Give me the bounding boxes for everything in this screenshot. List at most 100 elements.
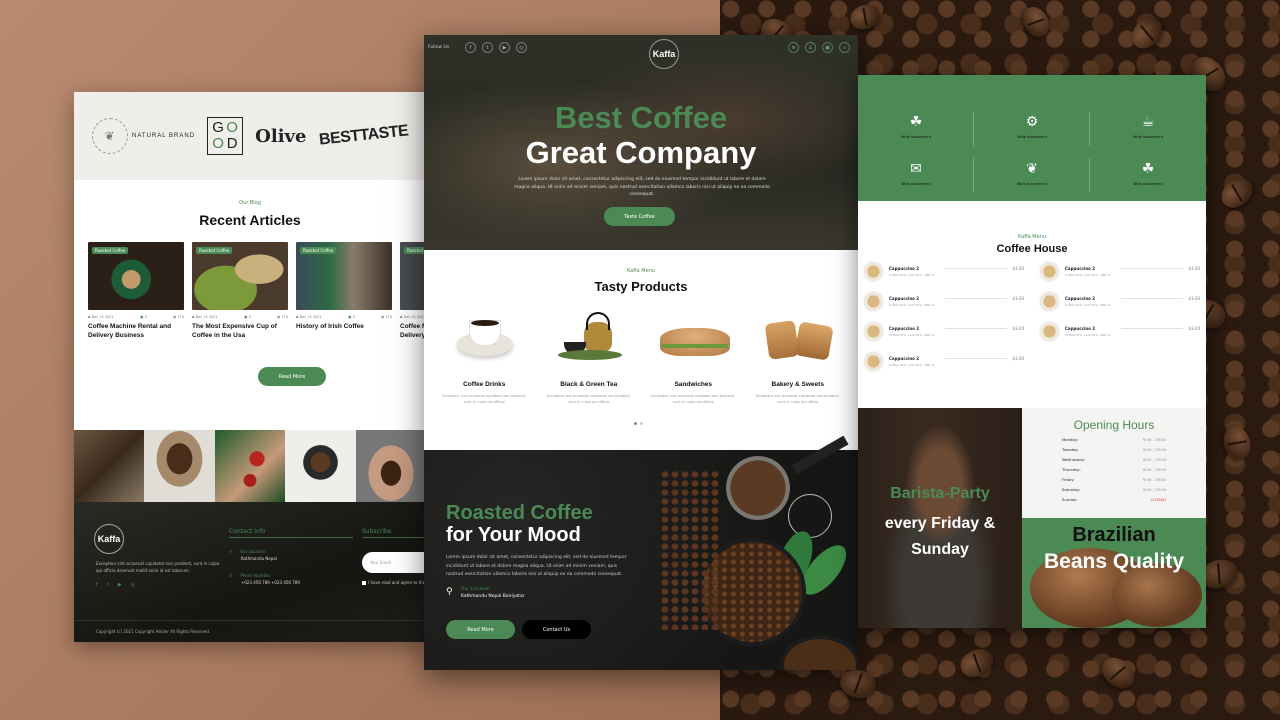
feature-label: Wide Assortment — [1133, 135, 1163, 139]
menu-item[interactable]: Cappuccino 2 Coffee 50%, milk 50%, 280 ml… — [864, 292, 1024, 311]
category-tag[interactable]: Roasted Coffee — [196, 247, 233, 254]
contact-us-button[interactable]: Contact Us — [522, 620, 591, 639]
certificate-icon: ✉ — [910, 161, 922, 177]
agree-checkbox[interactable]: I have read and agree to the — [362, 580, 425, 585]
product-card[interactable]: Sandwiches Excepteur sint occaecat cupid… — [648, 312, 738, 405]
cappuccino-image — [1040, 262, 1059, 281]
follow-us-label: Follow Us — [428, 45, 450, 50]
blog-card-image[interactable]: Roasted Coffee — [88, 242, 184, 310]
feature-item: ⚙ Wide Assortment — [974, 103, 1090, 150]
cappuccino-image — [1040, 322, 1059, 341]
instagram-icon[interactable]: ◎ — [131, 582, 135, 588]
gallery-image[interactable] — [285, 430, 356, 502]
product-card[interactable]: Coffee Drinks Excepteur sint occaecat cu… — [439, 312, 529, 405]
category-tag[interactable]: Roasted Coffee — [404, 247, 426, 254]
read-more-button[interactable]: Read More — [258, 367, 326, 386]
twitter-icon[interactable]: t — [482, 42, 493, 53]
twitter-icon[interactable]: t — [107, 582, 109, 588]
blog-card[interactable]: Roasted Coffee ▪ Dec 12 2021● 3◉ 170 Cof… — [400, 242, 426, 340]
cappuccino-image — [864, 322, 883, 341]
menu-item[interactable]: Cappuccino 2 Coffee 50%, milk 50%, 280 ml… — [1040, 292, 1200, 311]
blog-card[interactable]: Roasted Coffee ▪ Dec 12 2021● 3◉ 170 Cof… — [88, 242, 184, 340]
menu-item[interactable]: Cappuccino 2 Coffee 50%, milk 50%, 280 ml… — [864, 262, 1024, 281]
menu-item[interactable]: Cappuccino 2 Coffee 50%, milk 50%, 280 ml… — [1040, 322, 1200, 341]
brand-logo-besttaste: BESTTASTE — [317, 122, 409, 149]
facebook-icon[interactable]: f — [96, 582, 98, 588]
menu-item[interactable]: Cappuccino 2 Coffee 50%, milk 50%, 280 ml… — [864, 352, 1024, 371]
blog-card[interactable]: Roasted Coffee ▪ Dec 12 2021 ● 3 ◉ 170 The… — [192, 242, 288, 340]
menu-price: $3.20 — [1012, 296, 1024, 301]
gallery-image[interactable] — [214, 430, 286, 502]
blog-card-image[interactable]: Roasted Coffee — [192, 242, 288, 310]
sandwich-image — [648, 312, 738, 367]
menu-price: $3.20 — [1188, 266, 1200, 271]
carousel-dot[interactable] — [634, 422, 637, 425]
location-label: Our Location — [461, 587, 490, 592]
product-card[interactable]: Bakery & Sweets Excepteur sint occaecat … — [753, 312, 843, 405]
hero-section: Follow Us f t ▶ ◎ Kaffa ≡ ♙ ▣ ⌕ Best Cof… — [424, 35, 858, 250]
footer-divider — [74, 620, 426, 621]
gallery-image[interactable] — [355, 430, 426, 502]
leaf-icon: ❦ — [1026, 161, 1038, 177]
menu-eyebrow: Kaffa Menu — [1017, 234, 1047, 240]
blog-card-title[interactable]: Coffee Machine Rental and Delivery Busin… — [400, 322, 426, 340]
blog-card-image[interactable]: Roasted Coffee — [296, 242, 392, 310]
carousel-dot[interactable] — [640, 422, 643, 425]
beans-quality-title: Beans Quality — [1043, 550, 1185, 573]
left-page-preview: ❦ NATURAL BRAND GOOD Olive BESTTASTE Our … — [74, 92, 426, 642]
grinder-icon: ⚙ — [1025, 114, 1039, 130]
subscribe-heading: Subscribe — [362, 528, 426, 538]
footer-logo[interactable]: Kaffa — [94, 524, 124, 554]
youtube-icon[interactable]: ▶ — [499, 42, 510, 53]
blog-card[interactable]: Roasted Coffee ▪ Dec 12 2021 ● 3 ◉ 170 His… — [296, 242, 392, 340]
cappuccino-image — [864, 262, 883, 281]
gallery-image[interactable] — [74, 430, 145, 502]
menu-price: $3.20 — [1188, 326, 1200, 331]
menu-price: $3.20 — [1188, 296, 1200, 301]
menu-item[interactable]: Cappuccino 2 Coffee 50%, milk 50%, 280 ml… — [1040, 262, 1200, 281]
feature-label: Wide Assortment — [1017, 182, 1047, 186]
products-eyebrow: Kaffa Menu — [626, 268, 656, 274]
blog-card-title[interactable]: History of Irish Coffee — [296, 322, 392, 331]
search-icon[interactable]: ⌕ — [839, 42, 850, 53]
menu-icon[interactable]: ≡ — [788, 42, 799, 53]
product-card[interactable]: Black & Green Tea Excepteur sint occaeca… — [544, 312, 634, 405]
blog-card-title[interactable]: The Most Expensive Cup of Coffee in the … — [192, 322, 288, 340]
opening-hours-title: Opening Hours — [1073, 418, 1155, 432]
coffee-beans-icon: ☘ — [909, 114, 923, 130]
category-tag[interactable]: Roasted Coffee — [300, 247, 337, 254]
coffee-beans-icon: ☘ — [1141, 161, 1155, 177]
coffee-cup-icon: ☕ — [1141, 114, 1155, 130]
location-value: Kathmandu Nepal Baniyatar — [461, 594, 525, 599]
cappuccino-image — [864, 292, 883, 311]
product-desc: Excepteur sint occaecat cupidatat non pr… — [546, 394, 631, 404]
blog-eyebrow: Our Blog — [239, 200, 261, 206]
menu-title: Coffee House — [996, 243, 1068, 255]
user-icon[interactable]: ♙ — [805, 42, 816, 53]
read-more-button[interactable]: Read More — [446, 620, 515, 639]
blog-card-image[interactable]: Roasted Coffee — [400, 242, 426, 310]
comment-icon: ● — [244, 315, 248, 319]
gallery-image[interactable] — [144, 430, 215, 502]
feature-label: Wide Assortment — [901, 135, 931, 139]
hero-lead-text: Lorem ipsum dolor sit amet, consectetur … — [514, 177, 770, 197]
hours-row: Saturday: 9:00 - 19:00 — [1062, 487, 1166, 492]
youtube-icon[interactable]: ▶ — [118, 582, 122, 588]
product-desc: Excepteur sint occaecat cupidatat non pr… — [755, 394, 840, 404]
instagram-icon[interactable]: ◎ — [516, 42, 527, 53]
menu-price: $3.20 — [1012, 266, 1024, 271]
hours-row: Friday: 9:00 - 19:00 — [1062, 477, 1166, 482]
kaffa-logo[interactable]: Kaffa — [649, 39, 679, 69]
menu-item[interactable]: Cappuccino 2 Coffee 50%, milk 50%, 280 ml… — [864, 322, 1024, 341]
blog-card-title[interactable]: Coffee Machine Rental and Delivery Busin… — [88, 322, 184, 340]
facebook-icon[interactable]: f — [465, 42, 476, 53]
category-tag[interactable]: Roasted Coffee — [92, 247, 129, 254]
roasted-coffee-section: Roasted Coffee for Your Mood Lorem ipsum… — [424, 435, 858, 670]
cart-icon[interactable]: ▣ — [822, 42, 833, 53]
email-input[interactable]: Your Email — [362, 552, 426, 573]
feature-label: Wide Assortment — [901, 182, 931, 186]
cappuccino-image — [1040, 292, 1059, 311]
hours-row: Wednesday: 9:00 - 19:00 — [1062, 457, 1166, 462]
taste-coffee-button[interactable]: Taste Coffee — [604, 207, 675, 226]
feature-item: ☘ Wide Assortment — [858, 103, 974, 150]
